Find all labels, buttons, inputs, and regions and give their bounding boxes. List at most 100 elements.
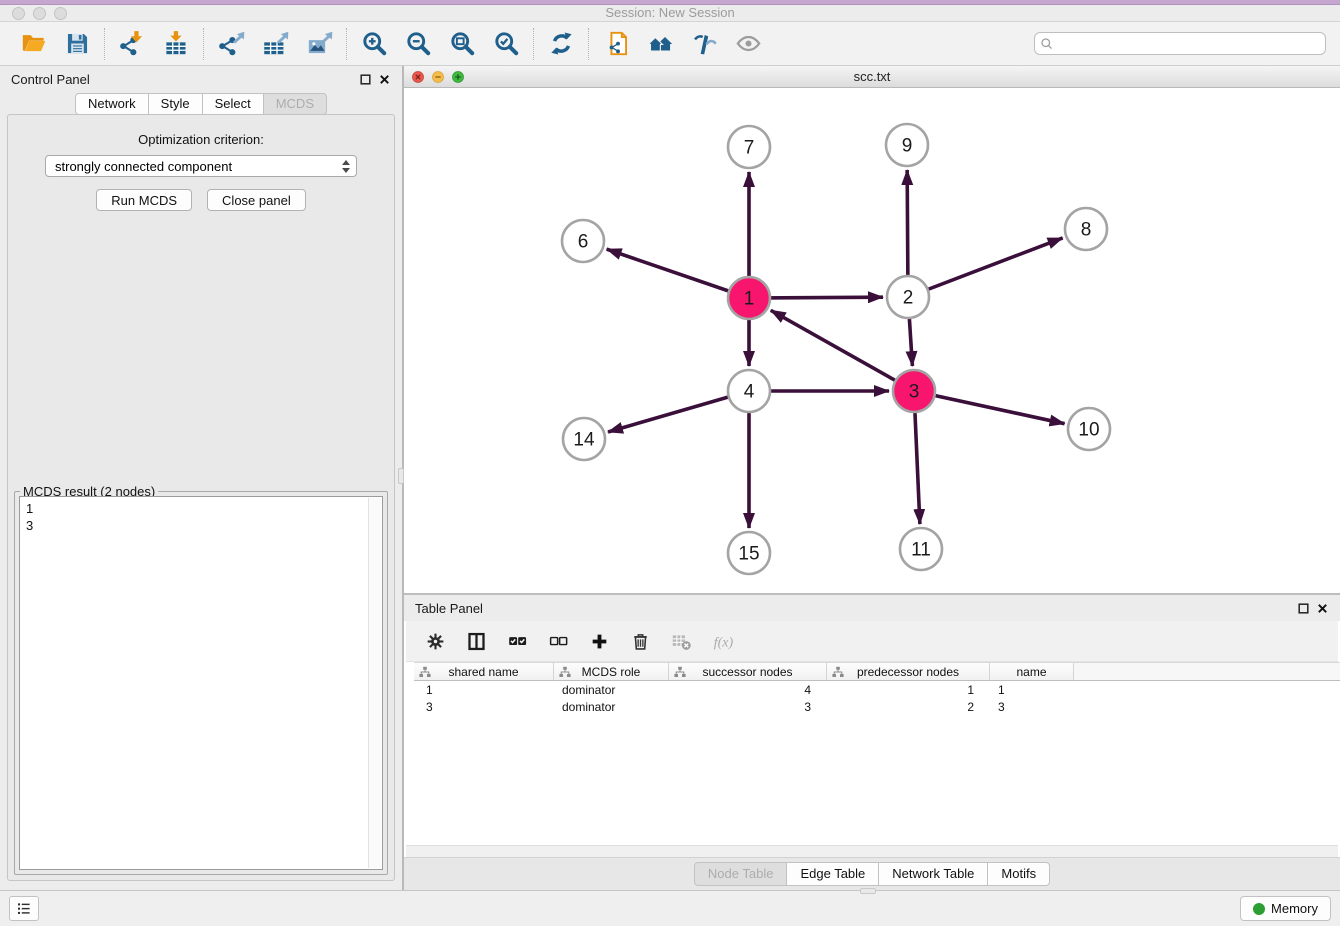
save-session-button[interactable] bbox=[61, 28, 93, 60]
column-header-predecessor-nodes[interactable]: predecessor nodes bbox=[827, 663, 990, 680]
criterion-value: strongly connected component bbox=[55, 159, 342, 174]
delete-table-button bbox=[669, 629, 693, 653]
graph-node-1[interactable]: 1 bbox=[728, 277, 770, 319]
table-horizontal-scrollbar[interactable] bbox=[406, 845, 1338, 857]
gear-icon bbox=[425, 631, 446, 652]
export-table-icon bbox=[262, 30, 289, 57]
main-toolbar bbox=[0, 22, 1340, 66]
network-close-button[interactable] bbox=[412, 71, 424, 83]
network-from-selection-button[interactable] bbox=[600, 28, 632, 60]
toolbar-group bbox=[534, 28, 588, 60]
delete-table-icon bbox=[671, 631, 692, 652]
graph-node-11[interactable]: 11 bbox=[900, 528, 942, 570]
graph-node-7[interactable]: 7 bbox=[728, 126, 770, 168]
tab-motifs[interactable]: Motifs bbox=[987, 862, 1050, 886]
export-table-button[interactable] bbox=[259, 28, 291, 60]
graph-node-15[interactable]: 15 bbox=[728, 532, 770, 574]
graph-node-2[interactable]: 2 bbox=[887, 276, 929, 318]
column-header-label: name bbox=[1016, 665, 1046, 679]
table-cell: 2 bbox=[827, 700, 990, 714]
column-header-MCDS-role[interactable]: MCDS role bbox=[554, 663, 669, 680]
zoom-in-button[interactable] bbox=[358, 28, 390, 60]
graph-edge-3-10[interactable] bbox=[914, 391, 1065, 424]
add-column-button[interactable] bbox=[587, 629, 611, 653]
table-row[interactable]: 1dominator411 bbox=[414, 681, 1340, 698]
import-network-button[interactable] bbox=[116, 28, 148, 60]
mcds-result-scrollbar[interactable] bbox=[368, 498, 381, 868]
apply-layout-button[interactable] bbox=[545, 28, 577, 60]
table-cell: dominator bbox=[554, 683, 669, 697]
optimization-criterion-select[interactable]: strongly connected component bbox=[45, 155, 357, 177]
close-table-panel-icon[interactable] bbox=[1316, 602, 1329, 615]
table-header-row: shared name MCDS role successor nodesprede… bbox=[414, 662, 1340, 681]
close-panel-icon[interactable] bbox=[378, 73, 391, 86]
tab-node-table[interactable]: Node Table bbox=[694, 862, 788, 886]
search-input[interactable] bbox=[1054, 35, 1320, 53]
column-visibility-button[interactable] bbox=[464, 629, 488, 653]
table-cell: 3 bbox=[414, 700, 554, 714]
zoom-fit-button[interactable] bbox=[446, 28, 478, 60]
task-history-button[interactable] bbox=[9, 896, 39, 921]
graph-node-8[interactable]: 8 bbox=[1065, 208, 1107, 250]
export-image-button[interactable] bbox=[303, 28, 335, 60]
column-header-label: MCDS role bbox=[582, 665, 641, 679]
graphics-details-button[interactable] bbox=[688, 28, 720, 60]
zoom-selected-button[interactable] bbox=[490, 28, 522, 60]
graph-node-9[interactable]: 9 bbox=[886, 124, 928, 166]
graph-node-6[interactable]: 6 bbox=[562, 220, 604, 262]
zoom-out-button[interactable] bbox=[402, 28, 434, 60]
tab-select[interactable]: Select bbox=[202, 93, 264, 115]
svg-text:15: 15 bbox=[738, 544, 759, 565]
import-table-button[interactable] bbox=[160, 28, 192, 60]
mcds-result-box[interactable]: 1 3 bbox=[19, 496, 383, 870]
graph-node-14[interactable]: 14 bbox=[563, 418, 605, 460]
graph-edge-2-8[interactable] bbox=[908, 238, 1063, 297]
tab-style[interactable]: Style bbox=[148, 93, 203, 115]
tab-network[interactable]: Network bbox=[75, 93, 149, 115]
column-sort-icon bbox=[832, 666, 844, 678]
svg-text:1: 1 bbox=[744, 289, 755, 310]
column-sort-icon bbox=[674, 666, 686, 678]
graph-node-3[interactable]: 3 bbox=[893, 370, 935, 412]
tab-edge-table[interactable]: Edge Table bbox=[786, 862, 879, 886]
horizontal-splitter-handle[interactable] bbox=[860, 888, 876, 894]
minimize-window-button[interactable] bbox=[33, 7, 46, 20]
close-window-button[interactable] bbox=[12, 7, 25, 20]
export-network-button[interactable] bbox=[215, 28, 247, 60]
delete-column-button[interactable] bbox=[628, 629, 652, 653]
memory-label: Memory bbox=[1271, 901, 1318, 916]
clear-selection-button[interactable] bbox=[546, 629, 570, 653]
tab-mcds[interactable]: MCDS bbox=[263, 93, 327, 115]
column-header-shared-name[interactable]: shared name bbox=[414, 663, 554, 680]
gear-button[interactable] bbox=[423, 629, 447, 653]
home-button[interactable] bbox=[644, 28, 676, 60]
table-row[interactable]: 3dominator323 bbox=[414, 698, 1340, 715]
close-panel-button[interactable]: Close panel bbox=[207, 189, 306, 211]
select-all-button[interactable] bbox=[505, 629, 529, 653]
svg-text:9: 9 bbox=[902, 136, 913, 157]
apply-layout-icon bbox=[548, 30, 575, 57]
network-minimize-button[interactable] bbox=[432, 71, 444, 83]
table-cell: 1 bbox=[414, 683, 554, 697]
network-zoom-button[interactable] bbox=[452, 71, 464, 83]
run-mcds-button[interactable]: Run MCDS bbox=[96, 189, 192, 211]
graph-node-4[interactable]: 4 bbox=[728, 370, 770, 412]
float-panel-icon[interactable] bbox=[359, 73, 372, 86]
graph-edge-1-6[interactable] bbox=[607, 249, 749, 298]
open-session-button[interactable] bbox=[17, 28, 49, 60]
tab-network-table[interactable]: Network Table bbox=[878, 862, 988, 886]
column-header-successor-nodes[interactable]: successor nodes bbox=[669, 663, 827, 680]
float-table-panel-icon[interactable] bbox=[1297, 602, 1310, 615]
network-canvas[interactable]: 7 9 6 8 1 2 4 3 14 10 15 11 bbox=[404, 88, 1340, 593]
search-box[interactable] bbox=[1034, 32, 1326, 55]
graph-node-10[interactable]: 10 bbox=[1068, 408, 1110, 450]
zoom-selected-icon bbox=[493, 30, 520, 57]
column-header-name[interactable]: name bbox=[990, 663, 1074, 680]
svg-text:7: 7 bbox=[744, 138, 755, 159]
table-panel-tabs: Node TableEdge TableNetwork TableMotifs bbox=[404, 857, 1340, 890]
mcds-panel: Optimization criterion: strongly connect… bbox=[7, 114, 395, 881]
memory-button[interactable]: Memory bbox=[1240, 896, 1331, 921]
zoom-window-button[interactable] bbox=[54, 7, 67, 20]
graph-edge-3-1[interactable] bbox=[771, 310, 914, 391]
vertical-splitter-handle[interactable] bbox=[398, 468, 404, 484]
